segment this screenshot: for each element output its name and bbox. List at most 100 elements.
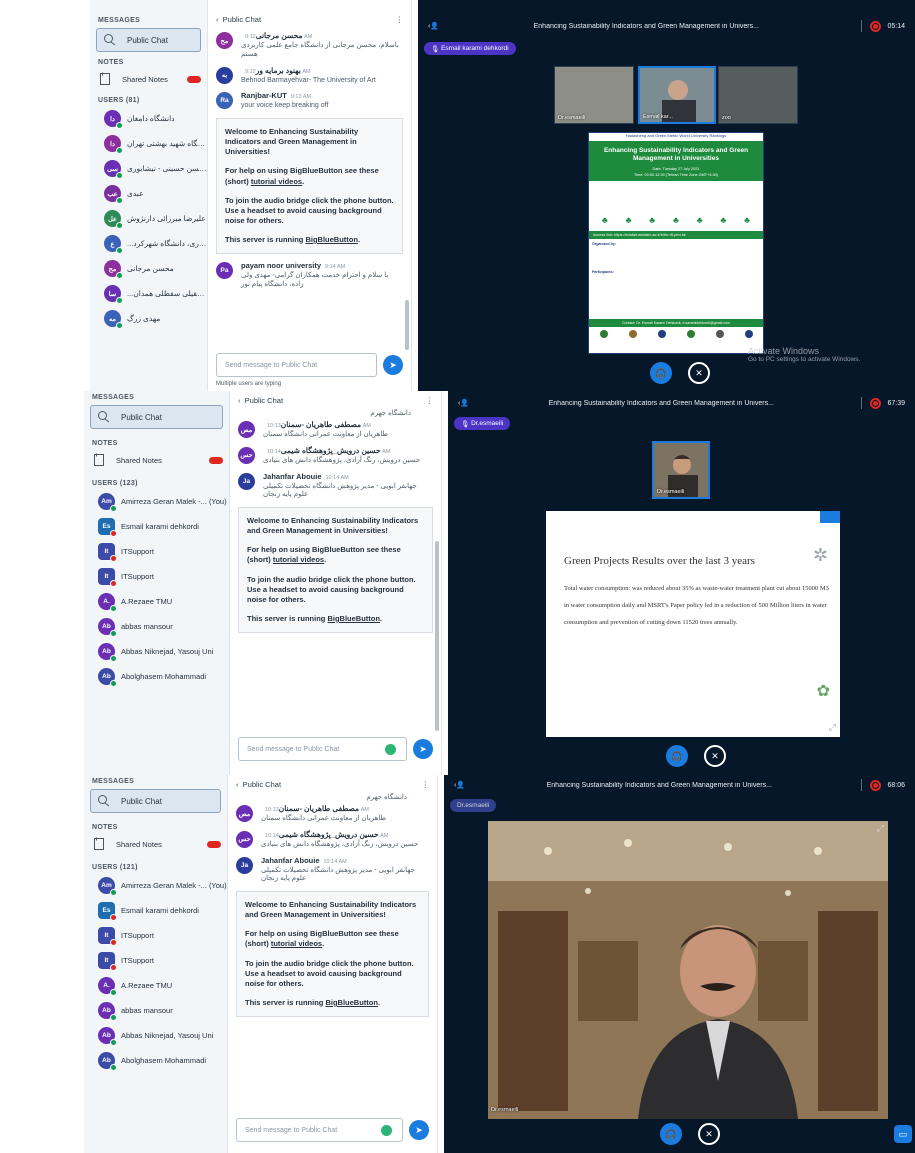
users-toggle-icon[interactable]: ‹👤 xyxy=(454,781,465,789)
webcam-tile[interactable]: Dr.esmaeili xyxy=(554,66,634,124)
user-list-item[interactable]: Ab abbas mansour xyxy=(84,614,229,639)
users-toggle-icon[interactable]: ‹👤 xyxy=(458,399,469,407)
headphone-button[interactable]: 🎧 xyxy=(660,1123,682,1145)
user-list-item[interactable]: It ITSupport xyxy=(84,948,227,973)
user-list-item[interactable]: عب عبدی xyxy=(90,181,207,206)
monitor-icon: ▭ xyxy=(898,1128,908,1139)
send-button[interactable]: ➤ xyxy=(413,739,433,759)
chat-scrollbar[interactable] xyxy=(405,300,409,350)
shared-notes-item[interactable]: Shared Notes xyxy=(90,68,207,90)
user-list-item[interactable]: ع ...ی ادارى، دانشگاه شهركرد xyxy=(90,231,207,256)
user-list-item[interactable]: Ab Abolghasem Mohammadi xyxy=(84,1048,227,1073)
send-button[interactable]: ➤ xyxy=(383,355,403,375)
message-text: Behnod Barmayehvar- The University of Ar… xyxy=(241,76,376,84)
bigbluebutton-link[interactable]: BigBlueButton xyxy=(325,998,378,1007)
message-time: 10:14 AM xyxy=(325,474,349,481)
tutorial-videos-link[interactable]: tutorial videos xyxy=(251,177,302,186)
message-time: 10:14 AM xyxy=(265,832,389,839)
webcam-fullscreen[interactable]: Dr.esmaeili ⤢ xyxy=(488,821,888,1119)
user-list-item[interactable]: عل علیرضا میرزائی دارنژوش xyxy=(90,206,207,231)
grammarly-icon[interactable] xyxy=(385,743,396,755)
public-chat-item[interactable]: Public Chat xyxy=(90,789,221,813)
camera-off-button[interactable]: ✕ xyxy=(688,362,710,384)
recording-indicator[interactable]: 68:06 xyxy=(870,779,905,791)
message-time: 10:13 AM xyxy=(265,807,369,813)
webcam-tile[interactable]: zoo xyxy=(718,66,798,124)
presentation-area: ‹👤 Enhancing Sustainability Indicators a… xyxy=(448,391,915,775)
user-list-item[interactable]: Ab Abbas Niknejad, Yasouj Uni xyxy=(84,1023,227,1048)
shared-notes-item[interactable]: Shared Notes xyxy=(84,449,229,471)
user-list-item[interactable]: Es Esmail karami dehkordi xyxy=(84,898,227,923)
user-list-item[interactable]: مح محسن مرجانی xyxy=(90,256,207,281)
slide-trees: ♣ ♣ ♣ ♣ ♣ ♣ ♣ xyxy=(589,180,763,231)
screen-share-button[interactable]: ▭ xyxy=(894,1125,912,1143)
presentation-topbar: ‹👤 Enhancing Sustainability Indicators a… xyxy=(448,393,915,413)
chat-back-button[interactable]: ‹ Public Chat xyxy=(236,780,281,789)
bigbluebutton-link[interactable]: BigBlueButton xyxy=(327,614,380,623)
send-button[interactable]: ➤ xyxy=(409,1120,429,1140)
messages-header: MESSAGES xyxy=(98,17,141,24)
more-options-icon[interactable]: ⋮ xyxy=(426,396,434,405)
mic-status-icon xyxy=(110,555,117,562)
grammarly-icon[interactable] xyxy=(381,1124,392,1136)
chat-message-input[interactable]: Send message to Public Chat xyxy=(236,1118,403,1142)
public-chat-label: Public Chat xyxy=(121,412,162,422)
chat-message-input[interactable]: Send message to Public Chat xyxy=(238,737,407,761)
headphone-icon: 🎧 xyxy=(655,367,667,378)
fullscreen-icon[interactable]: ⤢ xyxy=(829,722,836,733)
user-list-item[interactable]: Am Amirreza Geran Malek -... (You) xyxy=(84,873,227,898)
user-list-item[interactable]: سی سید محسن حسینی - نیشابوری xyxy=(90,156,207,181)
headphone-button[interactable]: 🎧 xyxy=(650,362,672,384)
webcam-tile[interactable]: Esmail kar... xyxy=(638,66,716,124)
chat-messages: مص مصطفی طاهریان -سمنان10:13 AM طاهریان از… xyxy=(228,801,437,887)
chat-message: حس حسین درویش_پژوهشگاه شیمی10:14 AM حسین د… xyxy=(230,443,441,469)
welcome-audio: To join the audio bridge click the phone… xyxy=(245,958,414,988)
user-list-item[interactable]: Es Esmail karami dehkordi xyxy=(84,514,229,539)
camera-off-button[interactable]: ✕ xyxy=(704,745,726,767)
user-name: علیرضا میرزائی دارنژوش xyxy=(127,214,206,223)
user-list-item[interactable]: دا دانشگاه دامغان xyxy=(90,106,207,131)
tutorial-videos-link[interactable]: tutorial videos xyxy=(271,939,322,948)
user-list-item[interactable]: A. A.Rezaee TMU xyxy=(84,589,229,614)
user-list-item[interactable]: Ab Abbas Niknejad, Yasouj Uni xyxy=(84,639,229,664)
recording-indicator[interactable]: 05:14 xyxy=(870,20,905,32)
more-options-icon[interactable]: ⋮ xyxy=(396,15,404,24)
message-text: طاهریان از معاونت عمرانی دانشگاه سمنان xyxy=(263,431,389,438)
user-list-item[interactable]: دا دانشگاه شهید بهشتی تهران xyxy=(90,131,207,156)
recording-indicator[interactable]: 67:39 xyxy=(870,397,905,409)
mic-status-icon xyxy=(116,222,123,229)
users-toggle-icon[interactable]: ‹👤 xyxy=(428,22,439,30)
bigbluebutton-link[interactable]: BigBlueButton xyxy=(305,235,358,244)
camera-off-button[interactable]: ✕ xyxy=(698,1123,720,1145)
fullscreen-icon[interactable]: ⤢ xyxy=(877,823,884,834)
user-list-item[interactable]: It ITSupport xyxy=(84,539,229,564)
chat-back-button[interactable]: ‹ Public Chat xyxy=(216,15,261,24)
user-list-item[interactable]: سا ...سا عقیلی سقطلی همدان xyxy=(90,281,207,306)
mic-status-icon xyxy=(110,989,117,996)
chat-scrollbar[interactable] xyxy=(435,541,439,731)
avatar: Ja xyxy=(236,856,253,874)
slide-menu-button[interactable] xyxy=(820,511,840,523)
user-list-item[interactable]: Ab Abolghasem Mohammadi xyxy=(84,664,229,689)
chat-back-button[interactable]: ‹ Public Chat xyxy=(238,396,283,405)
chat-message-input[interactable]: Send message to Public Chat xyxy=(216,353,377,377)
slide-title: Green Projects Results over the last 3 y… xyxy=(564,555,755,567)
user-list-item[interactable]: A. A.Rezaee TMU xyxy=(84,973,227,998)
user-list-panel: MESSAGES Public Chat NOTES Shared Notes … xyxy=(84,391,230,775)
webcam-tile[interactable]: Dr.esmaeili xyxy=(652,441,710,499)
presentation-area: ‹👤 Enhancing Sustainability Indicators a… xyxy=(418,0,915,391)
tutorial-videos-link[interactable]: tutorial videos xyxy=(273,555,324,564)
avatar: ع xyxy=(104,235,123,254)
user-list-item[interactable]: It ITSupport xyxy=(84,564,229,589)
headphone-button[interactable]: 🎧 xyxy=(666,745,688,767)
avatar: دا xyxy=(104,135,123,154)
more-options-icon[interactable]: ⋮ xyxy=(422,780,430,789)
user-list-item[interactable]: Am Amirreza Geran Malek -... (You) xyxy=(84,489,229,514)
user-name: Amirreza Geran Malek -... (You) xyxy=(121,881,227,890)
shared-notes-item[interactable]: Shared Notes xyxy=(84,833,227,855)
user-list-item[interactable]: مه مهدی زرگ xyxy=(90,306,207,331)
user-list-item[interactable]: It ITSupport xyxy=(84,923,227,948)
public-chat-item[interactable]: Public Chat xyxy=(90,405,223,429)
user-list-item[interactable]: Ab abbas mansour xyxy=(84,998,227,1023)
public-chat-item[interactable]: Public Chat xyxy=(96,28,201,52)
